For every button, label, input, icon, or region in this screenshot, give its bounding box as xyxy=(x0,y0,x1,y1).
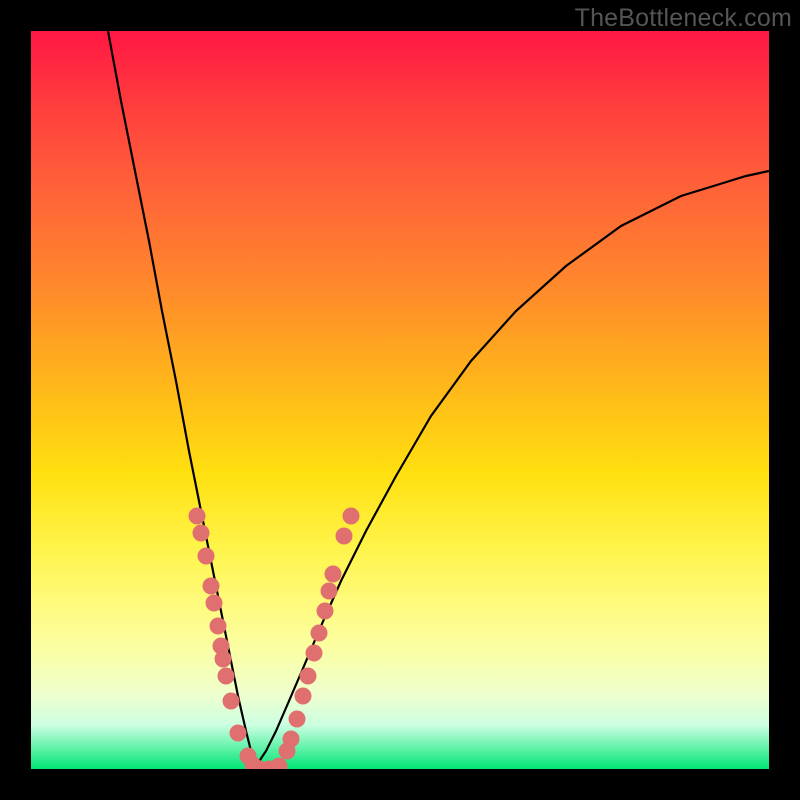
scatter-dot xyxy=(230,725,247,742)
scatter-dot xyxy=(203,578,220,595)
scatter-dot xyxy=(210,618,227,635)
scatter-dot xyxy=(306,645,323,662)
scatter-dot xyxy=(193,525,210,542)
scatter-dot xyxy=(325,566,342,583)
plot-area xyxy=(31,31,769,769)
scatter-dot xyxy=(289,711,306,728)
scatter-dots xyxy=(189,508,360,770)
chart-viewport: TheBottleneck.com xyxy=(0,0,800,800)
curve-right-branch xyxy=(256,171,769,766)
scatter-dot xyxy=(198,548,215,565)
scatter-dot xyxy=(206,595,223,612)
scatter-dot xyxy=(295,688,312,705)
scatter-dot xyxy=(321,583,338,600)
scatter-dot xyxy=(283,731,300,748)
scatter-dot xyxy=(311,625,328,642)
scatter-dot xyxy=(215,651,232,668)
curve-left-branch xyxy=(108,31,256,766)
scatter-dot xyxy=(300,668,317,685)
scatter-dot xyxy=(218,668,235,685)
scatter-dot xyxy=(189,508,206,525)
curve-svg xyxy=(31,31,769,769)
scatter-dot xyxy=(223,693,240,710)
scatter-dot xyxy=(336,528,353,545)
watermark-text: TheBottleneck.com xyxy=(575,4,792,33)
scatter-dot xyxy=(317,603,334,620)
scatter-dot xyxy=(343,508,360,525)
